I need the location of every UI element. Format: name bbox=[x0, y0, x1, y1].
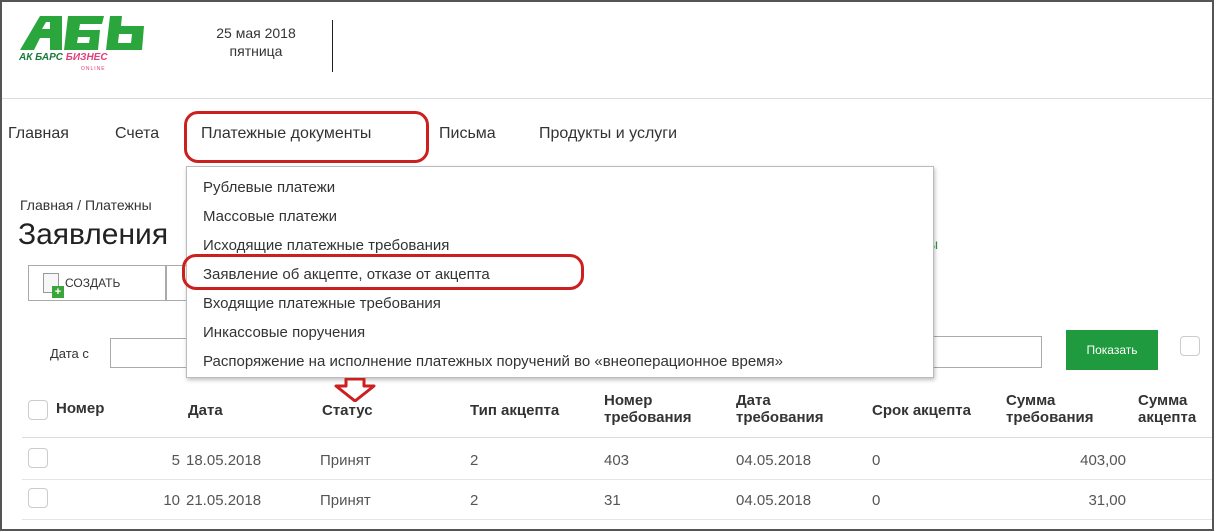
row-checkbox[interactable] bbox=[28, 488, 48, 508]
menu-item-mass-payments[interactable]: Массовые платежи bbox=[187, 202, 933, 231]
row-accept-type: 2 bbox=[470, 452, 479, 469]
filter-checkbox[interactable] bbox=[1180, 336, 1200, 356]
row-checkbox[interactable] bbox=[28, 448, 48, 468]
menu-item-collection-orders[interactable]: Инкассовые поручения bbox=[187, 318, 933, 347]
breadcrumb[interactable]: Главная / Платежны bbox=[20, 197, 152, 213]
nav-item-home[interactable]: Главная bbox=[8, 125, 69, 143]
col-number[interactable]: Номер bbox=[56, 400, 104, 417]
weekday-text: пятница bbox=[229, 43, 283, 59]
add-document-icon bbox=[43, 273, 64, 298]
row-accept-term: 0 bbox=[872, 452, 881, 469]
menu-highlight-annotation bbox=[182, 254, 584, 290]
nav-item-accounts[interactable]: Счета bbox=[115, 125, 159, 143]
row-request-sum: 31,00 bbox=[1088, 492, 1126, 509]
col-date[interactable]: Дата bbox=[188, 402, 223, 419]
row-date: 21.05.2018 bbox=[186, 492, 262, 509]
create-button[interactable]: СОЗДАТЬ bbox=[28, 265, 166, 301]
col-request-sum[interactable]: Сумма требования bbox=[1006, 392, 1093, 426]
col-request-number-line2: требования bbox=[604, 409, 692, 426]
col-accept-sum[interactable]: Сумма акцепта bbox=[1138, 392, 1196, 426]
logo-brand-1: АК БАРС bbox=[19, 52, 63, 63]
col-accept-sum-line2: акцепта bbox=[1138, 409, 1197, 426]
col-accept-sum-line1: Сумма bbox=[1138, 392, 1188, 409]
col-request-number-line1: Номер bbox=[604, 392, 653, 409]
col-request-date-line2: требования bbox=[736, 409, 824, 426]
menu-item-ruble-payments[interactable]: Рублевые платежи bbox=[187, 173, 933, 202]
menu-item-incoming-requests[interactable]: Входящие платежные требования bbox=[187, 289, 933, 318]
down-arrow-icon bbox=[334, 378, 376, 402]
header-bottom-line bbox=[2, 98, 1212, 99]
logo-brand-2: БИЗНЕС bbox=[65, 52, 108, 63]
col-accept-term[interactable]: Срок акцепта bbox=[872, 402, 971, 419]
row-status: Принят bbox=[320, 492, 371, 509]
row-status: Принят bbox=[320, 452, 371, 469]
show-button[interactable]: Показать bbox=[1066, 330, 1158, 370]
create-button-label: СОЗДАТЬ bbox=[65, 276, 121, 290]
col-status[interactable]: Статус bbox=[322, 402, 373, 419]
current-date: 25 мая 2018 пятница bbox=[200, 24, 312, 60]
row-divider bbox=[22, 479, 1212, 480]
nav-item-products[interactable]: Продукты и услуги bbox=[539, 125, 677, 143]
menu-item-after-hours-orders[interactable]: Распоряжение на исполнение платежных пор… bbox=[187, 347, 933, 376]
date-from-input[interactable] bbox=[110, 338, 190, 368]
row-request-number: 403 bbox=[604, 452, 630, 469]
col-request-sum-line2: требования bbox=[1006, 409, 1094, 426]
nav-highlight-annotation bbox=[184, 111, 429, 163]
logo-text: АК БАРС БИЗНЕС bbox=[19, 52, 108, 63]
row-request-date: 04.05.2018 bbox=[736, 452, 812, 469]
col-request-sum-line1: Сумма bbox=[1006, 392, 1056, 409]
row-request-date: 04.05.2018 bbox=[736, 492, 812, 509]
col-request-date[interactable]: Дата требования bbox=[736, 392, 823, 426]
row-date: 18.05.2018 bbox=[186, 452, 262, 469]
logo-mark-icon bbox=[20, 16, 144, 50]
date-from-label: Дата с bbox=[50, 346, 89, 361]
row-request-sum: 403,00 bbox=[1080, 452, 1126, 469]
date-to-input[interactable] bbox=[930, 336, 1042, 368]
row-request-number: 31 bbox=[604, 492, 621, 509]
col-accept-type[interactable]: Тип акцепта bbox=[470, 402, 559, 419]
col-request-date-line1: Дата bbox=[736, 392, 771, 409]
logo-online: ONLINE bbox=[81, 66, 106, 72]
row-accept-type: 2 bbox=[470, 492, 479, 509]
header-divider bbox=[332, 20, 333, 72]
col-request-number[interactable]: Номер требования bbox=[604, 392, 691, 426]
row-divider bbox=[22, 519, 1212, 520]
page-title: Заявления bbox=[18, 218, 169, 251]
date-text: 25 мая 2018 bbox=[216, 25, 296, 41]
row-number[interactable]: 5 bbox=[140, 452, 180, 469]
bank-logo[interactable]: АК БАРС БИЗНЕС ONLINE bbox=[18, 12, 148, 82]
nav-item-letters[interactable]: Письма bbox=[439, 125, 496, 143]
row-number[interactable]: 10 bbox=[140, 492, 180, 509]
select-all-checkbox[interactable] bbox=[28, 400, 48, 420]
table-header-divider bbox=[22, 437, 1212, 438]
row-accept-term: 0 bbox=[872, 492, 881, 509]
